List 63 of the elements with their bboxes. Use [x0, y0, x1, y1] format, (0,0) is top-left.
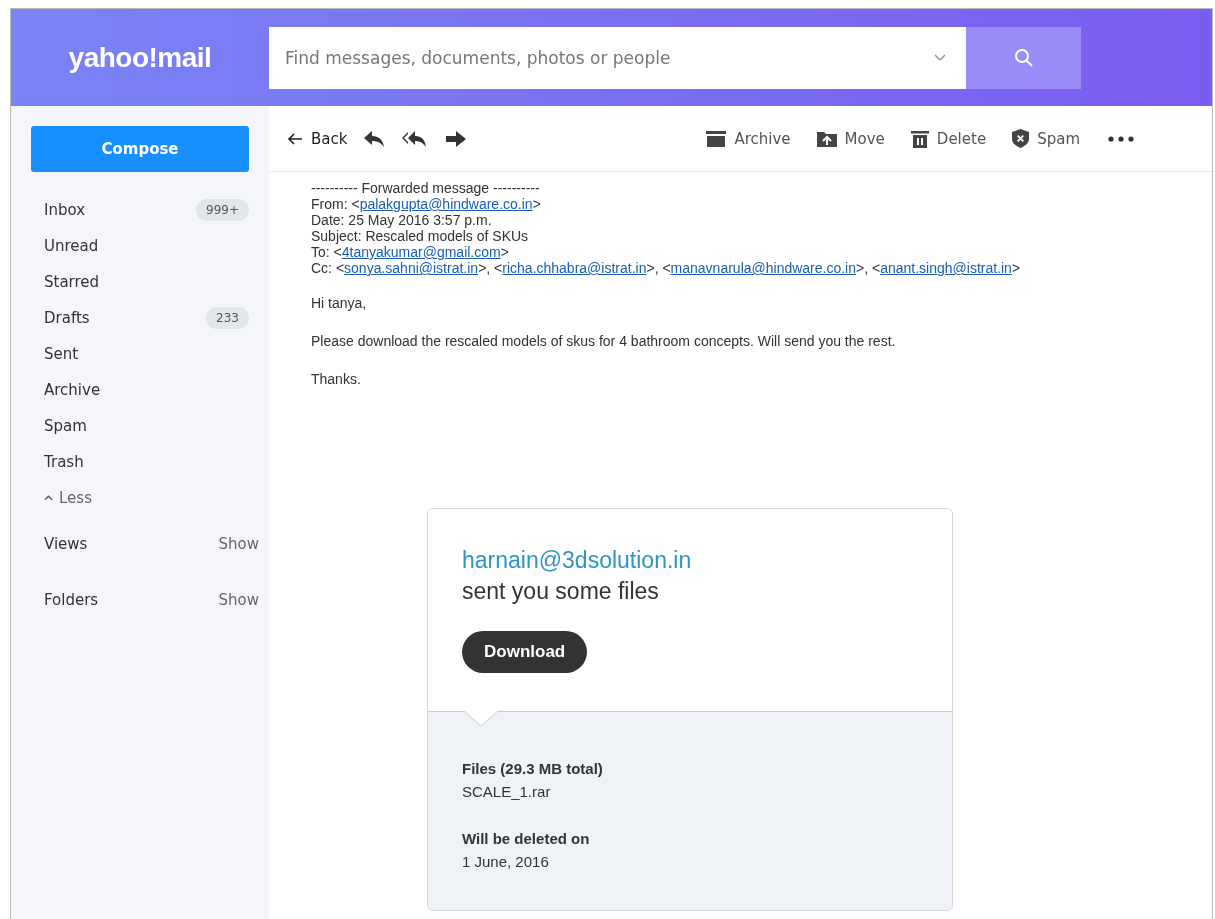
back-button[interactable]: Back [287, 129, 348, 148]
folder-item[interactable]: Unread [31, 228, 269, 264]
arrow-left-icon [287, 132, 303, 145]
folder-item[interactable]: Starred [31, 264, 269, 300]
header-line: Cc: <sonya.sahni@istrat.in>, <richa.chhabra@istrat.in>, <manavnarula@hindware.co.in>, <anant.singh@istrat.in> [311, 260, 1022, 276]
search-icon [1013, 47, 1034, 68]
less-toggle[interactable]: Less [31, 480, 92, 516]
folder-item[interactable]: Inbox 999+ [31, 192, 269, 228]
chevron-down-icon[interactable] [934, 53, 946, 62]
toolbar-action[interactable]: Delete [910, 129, 987, 148]
folder-label[interactable]: Sent [44, 345, 79, 363]
folder-item[interactable]: Drafts 233 [31, 300, 269, 336]
folder-label[interactable]: Spam [44, 417, 87, 435]
folder-item[interactable]: Trash [31, 444, 269, 480]
sender-email: harnain@3dsolution.in [462, 547, 693, 574]
email-link[interactable]: anant.singh@istrat.in [880, 260, 1012, 276]
forward-icon[interactable] [445, 129, 468, 148]
message-paragraph: Hi tanya, [311, 294, 368, 313]
more-icon[interactable] [1108, 135, 1134, 142]
download-button[interactable]: Download [462, 631, 588, 673]
header-line: From: <palakgupta@hindware.co.in> [311, 196, 542, 212]
unread-count: 999+ [196, 199, 249, 221]
less-label[interactable]: Less [59, 489, 92, 507]
trash-icon [910, 129, 929, 148]
message-paragraph: Please download the rescaled models of skus for 4 bathroom concepts. Will send you the rest. [311, 332, 897, 351]
folder-item[interactable]: Archive [31, 372, 269, 408]
header-line: Subject: Rescaled models of SKUs [311, 228, 530, 244]
reply-icon[interactable] [363, 129, 386, 148]
folder-item[interactable]: Spam [31, 408, 269, 444]
show-link[interactable]: Show [218, 535, 259, 553]
email-link[interactable]: manavnarula@hindware.co.in [670, 260, 857, 276]
section-label: Folders [44, 591, 99, 609]
folder-label[interactable]: Drafts [44, 309, 90, 327]
email-link[interactable]: 4tanyakumar@gmail.com [341, 244, 501, 260]
search-field[interactable]: Find messages, documents, photos or people [269, 26, 966, 89]
email-link[interactable]: richa.chhabra@istrat.in [502, 260, 647, 276]
folder-label[interactable]: Inbox [44, 201, 86, 219]
header-line: Date: 25 May 2016 3:57 p.m. [311, 212, 493, 228]
unread-count: 233 [206, 307, 249, 329]
archive-box-icon [706, 130, 727, 147]
toolbar-action[interactable]: Archive [706, 129, 791, 148]
folder-label[interactable]: Trash [44, 453, 84, 471]
header-line: To: <4tanyakumar@gmail.com> [311, 244, 510, 260]
deletion-date: 1 June, 2016 [462, 853, 550, 870]
card-headline: sent you some files [462, 578, 660, 605]
toolbar-action[interactable]: Move [816, 129, 885, 148]
email-link[interactable]: sonya.sahni@istrat.in [344, 260, 479, 276]
shield-icon [1012, 129, 1030, 148]
show-link[interactable]: Show [218, 591, 259, 609]
folder-label[interactable]: Starred [44, 273, 100, 291]
folder-item[interactable]: Sent [31, 336, 269, 372]
folder-label[interactable]: Unread [44, 237, 99, 255]
message-paragraph: Thanks. [311, 370, 362, 389]
folder-label[interactable]: Archive [44, 381, 101, 399]
deletion-title: Will be deleted on [462, 830, 591, 847]
forwarded-line: ---------- Forwarded message ---------- [311, 180, 541, 196]
email-link[interactable]: palakgupta@hindware.co.in [359, 196, 533, 212]
folder-arrow-icon [816, 130, 837, 147]
files-title: Files (29.3 MB total) [462, 760, 604, 777]
caret-up-icon [44, 495, 53, 501]
section-label: Views [44, 535, 88, 553]
toolbar-action[interactable]: Spam [1012, 129, 1080, 148]
file-name: SCALE_1.rar [462, 783, 552, 800]
